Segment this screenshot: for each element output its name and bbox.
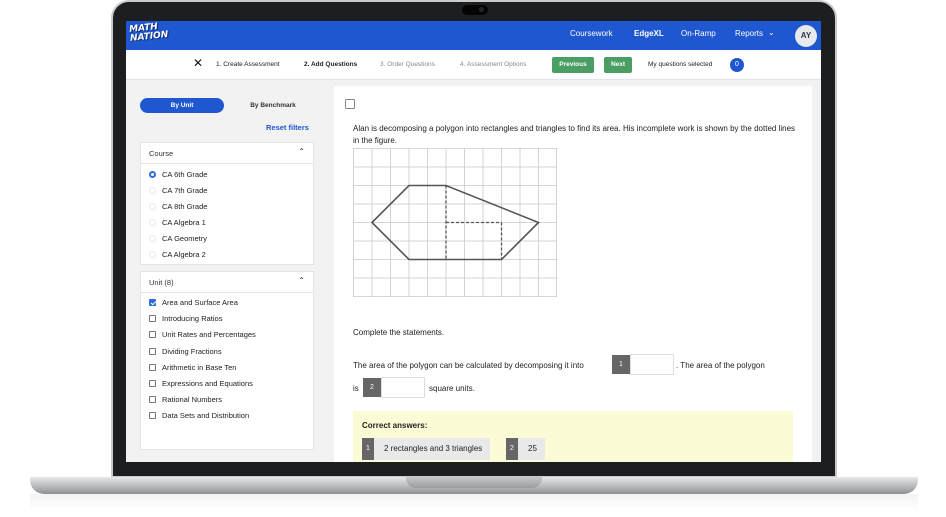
unit-option[interactable]: Rational Numbers bbox=[149, 395, 222, 404]
unit-option-label: Data Sets and Distribution bbox=[162, 411, 250, 420]
course-panel-title: Course bbox=[149, 149, 174, 158]
selected-label: My questions selected bbox=[648, 61, 713, 68]
reset-filters-link[interactable]: Reset filters bbox=[266, 123, 309, 132]
radio-icon[interactable] bbox=[149, 235, 156, 242]
divider bbox=[141, 292, 313, 293]
answer-text: 25 bbox=[528, 444, 537, 453]
checkbox-icon[interactable] bbox=[149, 348, 156, 355]
laptop-frame: MATH NATION Coursework EdgeXL On-Ramp Rep… bbox=[0, 0, 946, 517]
chevron-down-icon[interactable]: ⌄ bbox=[768, 28, 775, 37]
filter-sidebar: By Unit By Benchmark Reset filters Cours… bbox=[126, 80, 328, 462]
course-panel: Course ⌃ CA 6th Grade CA 7th Grade CA 8t… bbox=[140, 142, 314, 265]
checkbox-icon[interactable] bbox=[149, 364, 156, 371]
unit-option[interactable]: Data Sets and Distribution bbox=[149, 411, 249, 420]
screen: MATH NATION Coursework EdgeXL On-Ramp Rep… bbox=[126, 21, 821, 462]
answer-chip: 1 2 rectangles and 3 triangles bbox=[362, 438, 491, 460]
unit-option[interactable]: Unit Rates and Percentages bbox=[149, 330, 256, 339]
nav-on-ramp[interactable]: On-Ramp bbox=[681, 29, 716, 38]
divider bbox=[141, 163, 313, 164]
course-option-label: CA Algebra 2 bbox=[162, 250, 206, 259]
course-option-label: CA 6th Grade bbox=[162, 170, 208, 179]
checkbox-checked-icon[interactable] bbox=[149, 299, 156, 306]
course-option-label: CA Geometry bbox=[162, 234, 208, 243]
unit-panel: Unit (8) ⌃ Area and Surface Area Introdu… bbox=[140, 271, 314, 450]
close-icon[interactable]: ✕ bbox=[193, 56, 203, 70]
statement-2-after: square units. bbox=[429, 384, 475, 393]
answer-text: 2 rectangles and 3 triangles bbox=[384, 444, 483, 453]
nav-reports[interactable]: Reports bbox=[735, 29, 763, 38]
course-option-label: CA 8th Grade bbox=[162, 202, 208, 211]
radio-icon[interactable] bbox=[149, 219, 156, 226]
answer-number: 1 bbox=[362, 438, 374, 460]
radio-selected-icon[interactable] bbox=[149, 171, 156, 178]
complete-statements: Complete the statements. bbox=[353, 328, 445, 337]
answer-chip: 2 25 bbox=[506, 438, 545, 460]
step-create-assessment[interactable]: 1. Create Assessment bbox=[216, 61, 280, 68]
question-card: Alan is decomposing a polygon into recta… bbox=[334, 86, 812, 462]
unit-option-label: Rational Numbers bbox=[162, 395, 223, 404]
step-bar: ✕ 1. Create Assessment 2. Add Questions … bbox=[126, 50, 821, 80]
radio-icon[interactable] bbox=[149, 203, 156, 210]
logo[interactable]: MATH NATION bbox=[129, 22, 169, 50]
course-option[interactable]: CA Algebra 1 bbox=[149, 218, 206, 227]
unit-option[interactable]: Area and Surface Area bbox=[149, 298, 238, 307]
unit-option-label: Introducing Ratios bbox=[162, 314, 223, 323]
step-add-questions[interactable]: 2. Add Questions bbox=[304, 61, 357, 68]
radio-icon[interactable] bbox=[149, 187, 156, 194]
course-option-label: CA 7th Grade bbox=[162, 186, 208, 195]
correct-answers-title: Correct answers: bbox=[362, 421, 428, 430]
unit-option-label: Unit Rates and Percentages bbox=[162, 330, 256, 339]
checkbox-icon[interactable] bbox=[149, 380, 156, 387]
blank-1-tag: 1 bbox=[612, 355, 630, 374]
correct-answers-box: Correct answers: 1 2 rectangles and 3 tr… bbox=[353, 411, 793, 462]
radio-icon[interactable] bbox=[149, 251, 156, 258]
unit-option[interactable]: Arithmetic in Base Ten bbox=[149, 363, 236, 372]
checkbox-icon[interactable] bbox=[149, 412, 156, 419]
step-order-questions[interactable]: 3. Order Questions bbox=[380, 61, 435, 68]
top-nav: MATH NATION Coursework EdgeXL On-Ramp Rep… bbox=[126, 21, 821, 50]
unit-option-label: Area and Surface Area bbox=[162, 298, 238, 307]
checkbox-icon[interactable] bbox=[149, 331, 156, 338]
step-assessment-options[interactable]: 4. Assessment Options bbox=[460, 61, 526, 68]
unit-option[interactable]: Introducing Ratios bbox=[149, 314, 222, 323]
unit-option-label: Dividing Fractions bbox=[162, 347, 222, 356]
unit-option-label: Arithmetic in Base Ten bbox=[162, 363, 237, 372]
laptop-notch bbox=[406, 477, 542, 488]
statement-2-text: is bbox=[353, 384, 359, 393]
chevron-up-icon[interactable]: ⌃ bbox=[298, 276, 305, 285]
previous-button[interactable]: Previous bbox=[552, 57, 594, 73]
question-prompt: Alan is decomposing a polygon into recta… bbox=[353, 124, 796, 145]
checkbox-icon[interactable] bbox=[149, 396, 156, 403]
laptop-reflection bbox=[30, 494, 918, 512]
question-select-checkbox[interactable] bbox=[345, 99, 355, 109]
unit-option-label: Expressions and Equations bbox=[162, 379, 253, 388]
selected-count-badge: 0 bbox=[730, 58, 744, 72]
unit-option[interactable]: Dividing Fractions bbox=[149, 347, 222, 356]
unit-panel-title: Unit (8) bbox=[149, 278, 174, 287]
nav-edgexl[interactable]: EdgeXL bbox=[634, 29, 664, 38]
answer-number: 2 bbox=[506, 438, 518, 460]
course-option[interactable]: CA 8th Grade bbox=[149, 202, 207, 211]
by-benchmark-toggle[interactable]: By Benchmark bbox=[236, 98, 310, 113]
chevron-up-icon[interactable]: ⌃ bbox=[298, 147, 305, 156]
course-option[interactable]: CA 7th Grade bbox=[149, 186, 207, 195]
blank-2-input[interactable] bbox=[381, 377, 425, 398]
course-option[interactable]: CA 6th Grade bbox=[149, 170, 207, 179]
blank-1-input[interactable] bbox=[630, 354, 674, 375]
course-option[interactable]: CA Algebra 2 bbox=[149, 250, 206, 259]
statement-1-text: The area of the polygon can be calculate… bbox=[353, 361, 584, 370]
statement-1-after: . The area of the polygon bbox=[676, 361, 765, 370]
checkbox-icon[interactable] bbox=[149, 315, 156, 322]
unit-option[interactable]: Expressions and Equations bbox=[149, 379, 253, 388]
next-button[interactable]: Next bbox=[604, 57, 632, 73]
blank-2-tag: 2 bbox=[363, 378, 381, 397]
avatar[interactable]: AY bbox=[795, 25, 817, 47]
camera-icon bbox=[462, 5, 488, 15]
polygon-figure bbox=[353, 148, 557, 297]
course-option[interactable]: CA Geometry bbox=[149, 234, 207, 243]
by-unit-toggle[interactable]: By Unit bbox=[140, 98, 224, 113]
course-option-label: CA Algebra 1 bbox=[162, 218, 206, 227]
nav-coursework[interactable]: Coursework bbox=[570, 29, 613, 38]
